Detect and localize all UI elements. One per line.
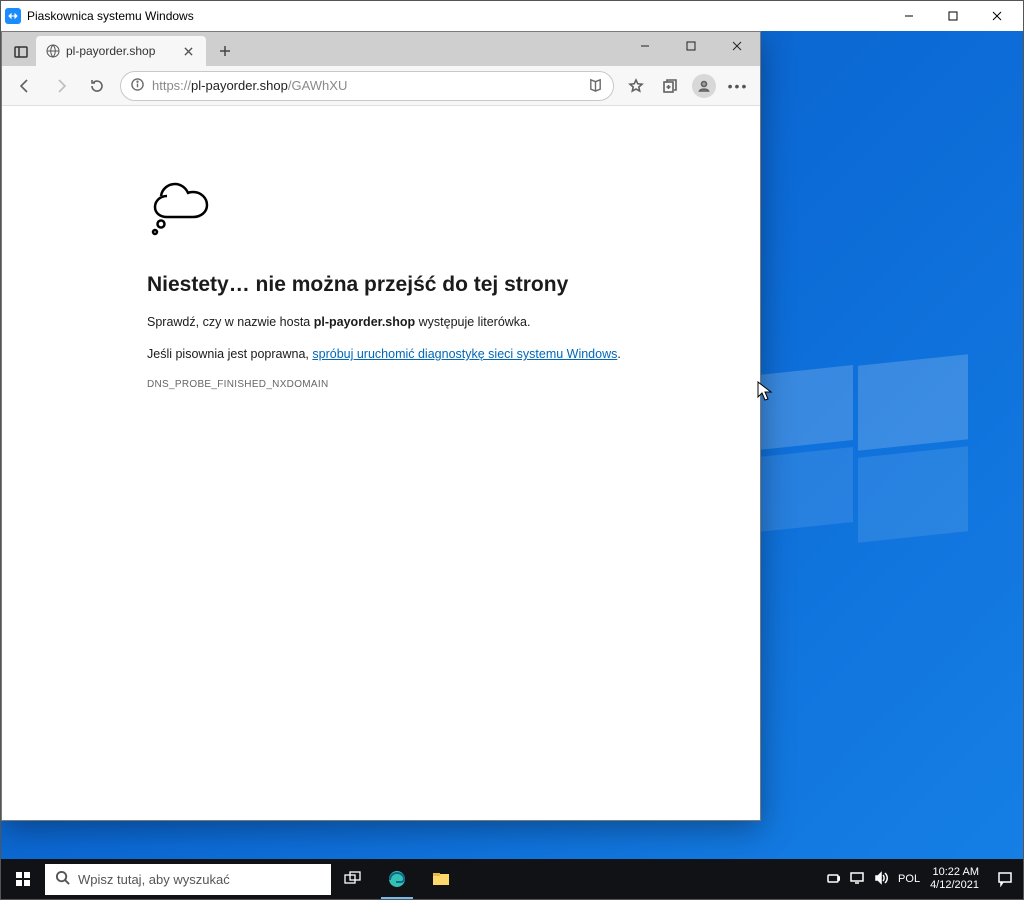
back-button[interactable] bbox=[8, 70, 42, 102]
teamviewer-icon bbox=[5, 8, 21, 24]
site-info-icon[interactable] bbox=[131, 78, 144, 94]
tray-hidden-icons[interactable] bbox=[826, 871, 840, 888]
error-diagnostics-line: Jeśli pisownia jest poprawna, spróbuj ur… bbox=[147, 347, 667, 361]
forward-button[interactable] bbox=[44, 70, 78, 102]
globe-icon bbox=[46, 44, 60, 58]
error-page: Niestety… nie można przejść do tej stron… bbox=[2, 106, 760, 820]
cursor-icon bbox=[757, 381, 773, 403]
taskbar: Wpisz tutaj, aby wyszukać POL 10:22 AM 4… bbox=[1, 859, 1023, 899]
taskbar-app-edge[interactable] bbox=[375, 859, 419, 899]
profile-button[interactable] bbox=[688, 70, 720, 102]
start-button[interactable] bbox=[1, 859, 45, 899]
search-placeholder: Wpisz tutaj, aby wyszukać bbox=[78, 872, 230, 887]
windows-logo-wallpaper bbox=[758, 340, 968, 550]
favorites-button[interactable] bbox=[620, 70, 652, 102]
host-minimize-button[interactable] bbox=[887, 1, 931, 31]
desktop[interactable]: pl-payorder.shop https://p bbox=[1, 31, 1023, 859]
host-window: Piaskownica systemu Windows pl-payorder.… bbox=[0, 0, 1024, 900]
tray-display-icon[interactable] bbox=[850, 871, 864, 888]
taskbar-search[interactable]: Wpisz tutaj, aby wyszukać bbox=[45, 864, 331, 895]
address-bar[interactable]: https://pl-payorder.shop/GAWhXU bbox=[120, 71, 614, 101]
error-check-host: Sprawdź, czy w nazwie hosta pl-payorder.… bbox=[147, 315, 667, 329]
tray-language[interactable]: POL bbox=[898, 873, 920, 885]
run-diagnostics-link[interactable]: spróbuj uruchomić diagnostykę sieci syst… bbox=[312, 347, 617, 361]
system-tray[interactable]: POL 10:22 AM 4/12/2021 bbox=[818, 866, 987, 891]
task-view-button[interactable] bbox=[331, 859, 375, 899]
tab-actions-button[interactable] bbox=[6, 38, 36, 66]
browser-maximize-button[interactable] bbox=[668, 32, 714, 60]
collections-button[interactable] bbox=[654, 70, 686, 102]
action-center-button[interactable] bbox=[987, 859, 1023, 899]
host-window-title: Piaskownica systemu Windows bbox=[27, 9, 194, 23]
host-titlebar[interactable]: Piaskownica systemu Windows bbox=[1, 1, 1023, 31]
tab-close-button[interactable] bbox=[180, 43, 196, 59]
url-text: https://pl-payorder.shop/GAWhXU bbox=[152, 78, 580, 93]
host-close-button[interactable] bbox=[975, 1, 1019, 31]
thought-cloud-icon bbox=[147, 176, 760, 243]
browser-window: pl-payorder.shop https://p bbox=[1, 31, 761, 821]
search-icon bbox=[55, 870, 70, 888]
browser-navbar: https://pl-payorder.shop/GAWhXU ••• bbox=[2, 66, 760, 106]
reload-button[interactable] bbox=[80, 70, 114, 102]
browser-close-button[interactable] bbox=[714, 32, 760, 60]
new-tab-button[interactable] bbox=[210, 36, 240, 66]
error-code: DNS_PROBE_FINISHED_NXDOMAIN bbox=[147, 379, 760, 390]
more-menu-button[interactable]: ••• bbox=[722, 78, 754, 94]
reading-mode-icon[interactable] bbox=[588, 77, 603, 95]
taskbar-app-explorer[interactable] bbox=[419, 859, 463, 899]
tray-clock[interactable]: 10:22 AM 4/12/2021 bbox=[930, 866, 979, 891]
browser-tab[interactable]: pl-payorder.shop bbox=[36, 36, 206, 66]
tray-volume-icon[interactable] bbox=[874, 871, 888, 888]
tab-title: pl-payorder.shop bbox=[66, 44, 155, 58]
error-heading: Niestety… nie można przejść do tej stron… bbox=[147, 273, 760, 297]
host-maximize-button[interactable] bbox=[931, 1, 975, 31]
browser-minimize-button[interactable] bbox=[622, 32, 668, 60]
tab-strip: pl-payorder.shop bbox=[2, 32, 760, 66]
